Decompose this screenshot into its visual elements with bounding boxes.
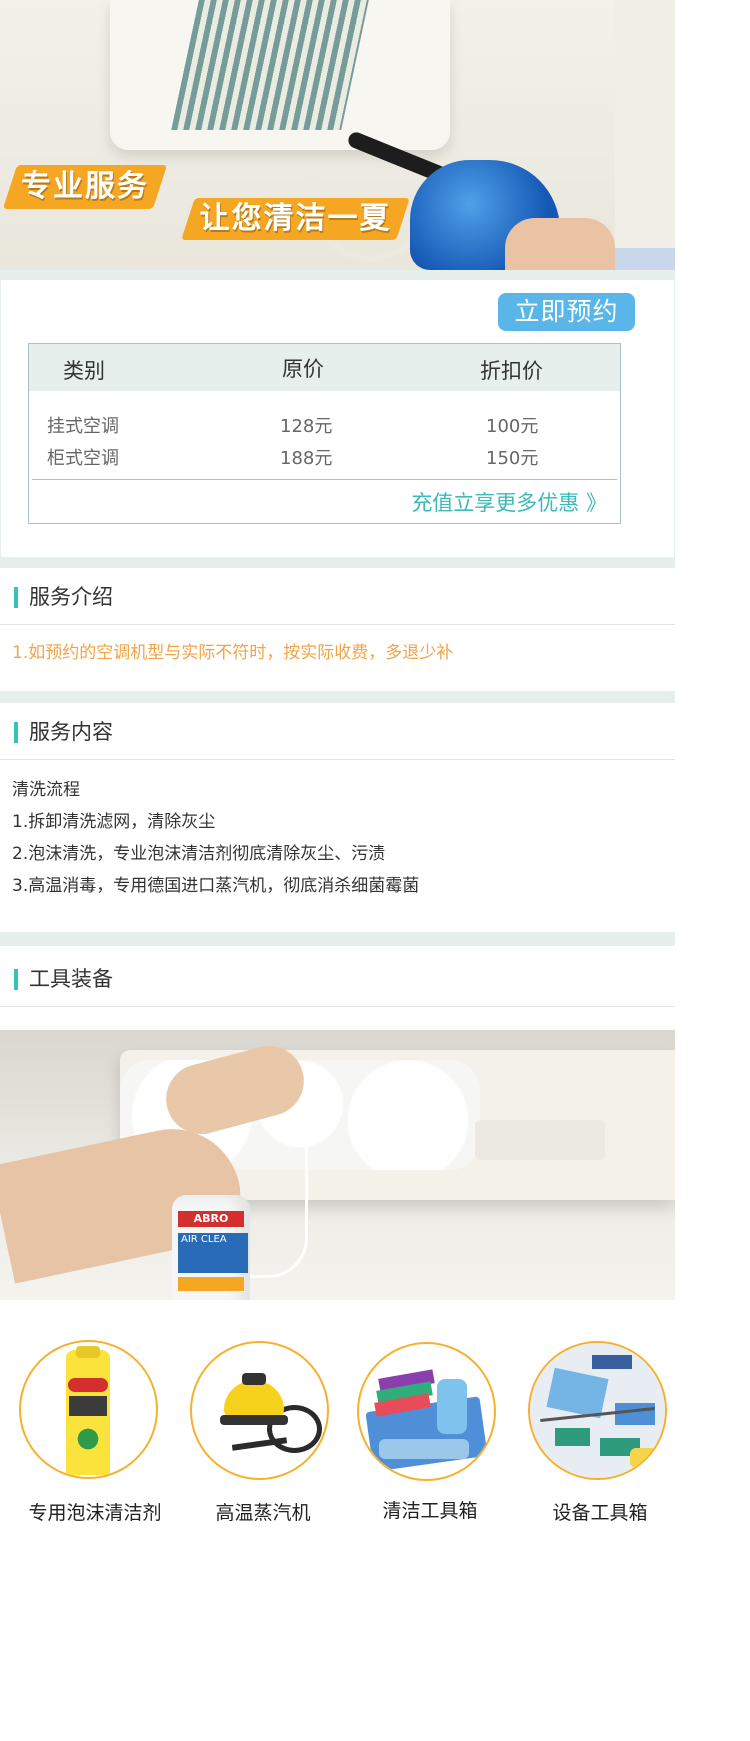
section-accent-bar bbox=[14, 587, 18, 608]
process-step-1: 1.拆卸清洗滤网，清除灰尘 bbox=[12, 812, 216, 832]
cleaning-toolbox-image bbox=[357, 1342, 496, 1481]
divider bbox=[0, 557, 675, 568]
header-original-price: 原价 bbox=[282, 357, 324, 381]
service-intro-note: 1.如预约的空调机型与实际不符时，按实际收费，多退少补 bbox=[12, 643, 454, 663]
tool-label-steam-machine: 高温蒸汽机 bbox=[215, 1502, 311, 1524]
process-step-3: 3.高温消毒，专用德国进口蒸汽机，彻底消杀细菌霉菌 bbox=[12, 876, 420, 896]
tool-label-foam-cleaner: 专用泡沫清洁剂 bbox=[28, 1502, 162, 1524]
price-card: 立即预约 类别 原价 折扣价 挂式空调 128元 100元 柜式空调 188元 … bbox=[0, 280, 675, 557]
divider bbox=[0, 691, 675, 703]
slogan-professional: 专业服务 bbox=[2, 165, 168, 209]
row2-category: 柜式空调 bbox=[47, 448, 119, 469]
foam-cleaning-photo: ABRO AIR CLEA bbox=[0, 1030, 675, 1300]
spray-can-image: ABRO AIR CLEA bbox=[172, 1195, 250, 1300]
section-tools-header: 工具装备 bbox=[0, 950, 675, 1007]
section-accent-bar bbox=[14, 969, 18, 990]
section-title: 服务介绍 bbox=[29, 585, 113, 609]
divider bbox=[0, 932, 675, 946]
price-table: 类别 原价 折扣价 挂式空调 128元 100元 柜式空调 188元 150元 … bbox=[28, 343, 621, 524]
section-service-intro-header: 服务介绍 bbox=[0, 568, 675, 625]
process-title: 清洗流程 bbox=[12, 780, 80, 800]
section-service-content-header: 服务内容 bbox=[0, 703, 675, 760]
section-title: 服务内容 bbox=[29, 720, 113, 744]
row1-original: 128元 bbox=[280, 416, 333, 437]
steam-machine-image bbox=[190, 1341, 329, 1480]
process-step-2: 2.泡沫清洗，专业泡沫清洁剂彻底清除灰尘、污渍 bbox=[12, 844, 386, 864]
foam-cleaner-image bbox=[19, 1340, 158, 1479]
slogan-clean-summer: 让您清洁一夏 bbox=[181, 198, 410, 240]
row2-original: 188元 bbox=[280, 448, 333, 469]
divider bbox=[0, 270, 675, 280]
equipment-toolbox-image bbox=[528, 1341, 667, 1480]
header-category: 类别 bbox=[63, 359, 105, 383]
tool-label-equipment-toolbox: 设备工具箱 bbox=[552, 1502, 648, 1524]
row1-discount: 100元 bbox=[486, 416, 539, 437]
row2-discount: 150元 bbox=[486, 448, 539, 469]
recharge-promo-link[interactable]: 充值立享更多优惠 》 bbox=[411, 483, 607, 523]
section-title: 工具装备 bbox=[29, 967, 113, 991]
section-accent-bar bbox=[14, 722, 18, 743]
header-discount-price: 折扣价 bbox=[480, 359, 543, 383]
row1-category: 挂式空调 bbox=[47, 416, 119, 437]
book-now-button[interactable]: 立即预约 bbox=[498, 293, 635, 331]
hero-banner: 专业服务 让您清洁一夏 bbox=[0, 0, 675, 270]
price-table-header: 类别 原价 折扣价 bbox=[29, 344, 620, 391]
tool-label-cleaning-toolbox: 清洁工具箱 bbox=[382, 1500, 478, 1522]
